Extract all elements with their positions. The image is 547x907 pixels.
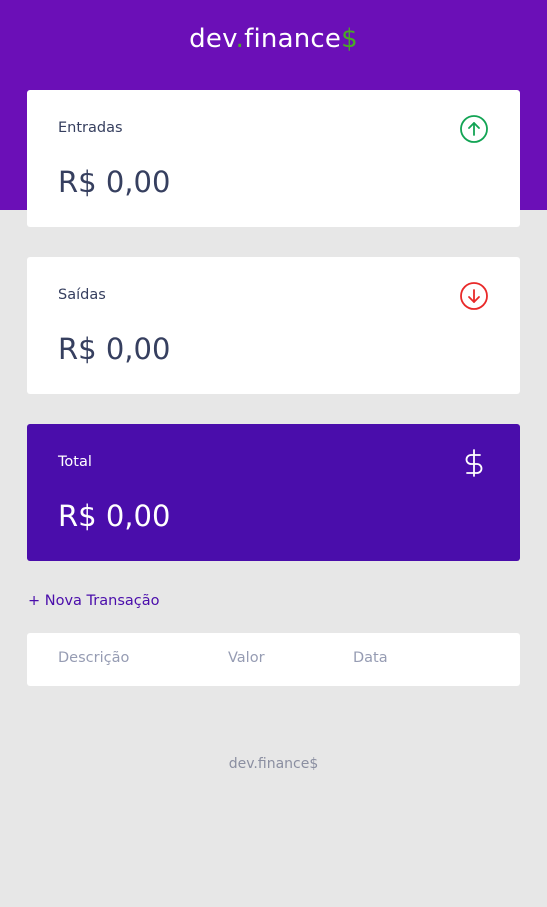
arrow-down-circle-icon: [459, 281, 489, 311]
logo-main: finance: [244, 24, 342, 54]
column-header-description: Descrição: [58, 650, 130, 666]
logo-dot: .: [235, 24, 245, 54]
app-logo: dev.finance$: [0, 24, 547, 54]
total-value: R$ 0,00: [58, 499, 171, 533]
column-header-date: Data: [353, 650, 388, 666]
logo-dollar: $: [341, 24, 358, 54]
income-label: Entradas: [58, 120, 123, 136]
new-transaction-link[interactable]: + Nova Transação: [28, 593, 159, 609]
income-value: R$ 0,00: [58, 165, 171, 199]
logo-prefix: dev: [189, 24, 236, 54]
transactions-table: Descrição Valor Data: [27, 633, 520, 686]
expense-card: Saídas R$ 0,00: [27, 257, 520, 394]
expense-label: Saídas: [58, 287, 106, 303]
total-card: Total R$ 0,00: [27, 424, 520, 561]
column-header-amount: Valor: [228, 650, 265, 666]
dollar-icon: [459, 448, 489, 478]
expense-value: R$ 0,00: [58, 332, 171, 366]
arrow-up-circle-icon: [459, 114, 489, 144]
income-card: Entradas R$ 0,00: [27, 90, 520, 227]
total-label: Total: [58, 454, 92, 470]
footer-text: dev.finance$: [228, 756, 319, 772]
